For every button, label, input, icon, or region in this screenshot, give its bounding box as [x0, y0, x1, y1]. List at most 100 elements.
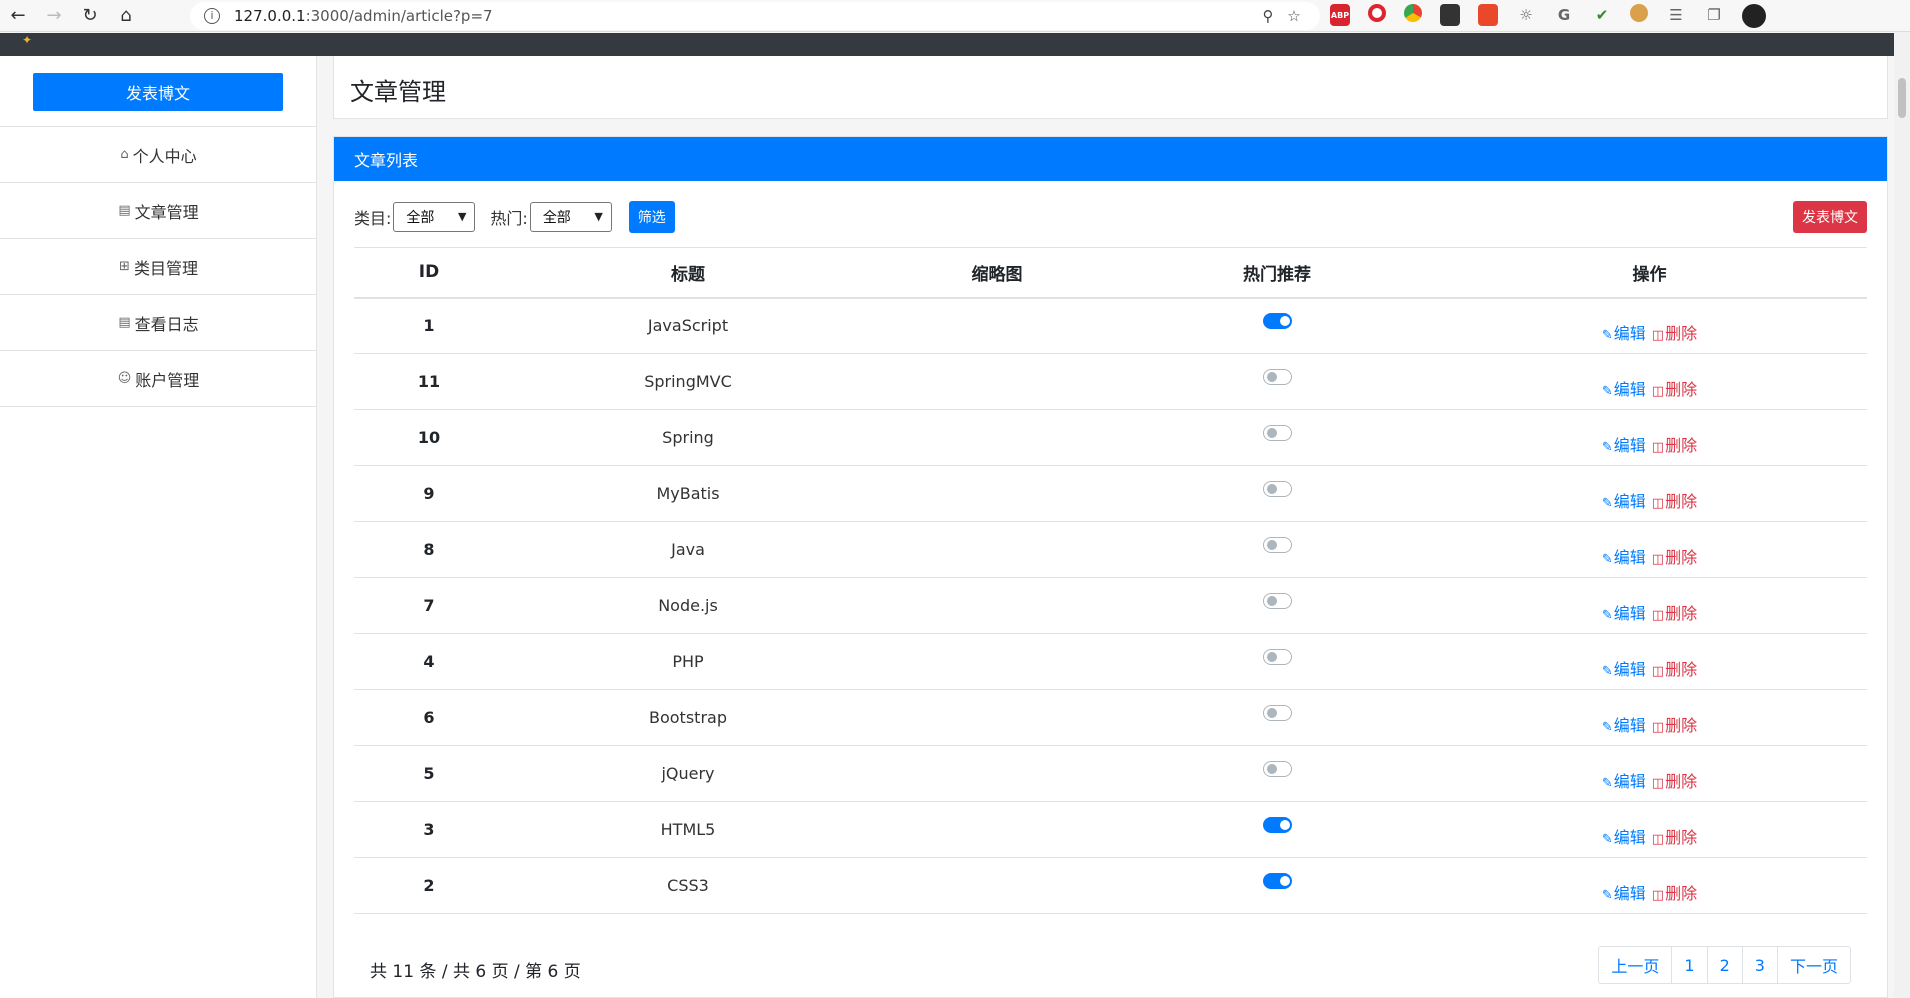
edit-link[interactable]: ✎编辑 — [1602, 880, 1646, 904]
sidebar-item-label: 账户管理 — [135, 370, 200, 390]
hot-toggle[interactable] — [1262, 760, 1292, 777]
hot-toggle[interactable] — [1262, 480, 1292, 497]
page-button-3[interactable]: 3 — [1741, 946, 1778, 984]
delete-link[interactable]: ◫删除 — [1652, 712, 1697, 736]
page-scrollbar[interactable] — [1894, 32, 1910, 998]
edit-link[interactable]: ✎编辑 — [1602, 768, 1646, 792]
edit-label: 编辑 — [1613, 547, 1646, 567]
delete-link[interactable]: ◫删除 — [1652, 376, 1697, 400]
cell-actions: ✎编辑 ◫删除 — [1432, 801, 1867, 858]
page-button-2[interactable]: 2 — [1706, 946, 1743, 984]
site-info-icon[interactable]: i — [204, 8, 220, 24]
bookmark-star-icon[interactable]: ☆ — [1284, 6, 1304, 26]
edit-link[interactable]: ✎编辑 — [1602, 824, 1646, 848]
table-row: 5 jQuery ✎编辑 ◫删除 — [354, 745, 1867, 802]
cell-hot — [1122, 409, 1432, 466]
edit-link[interactable]: ✎编辑 — [1602, 488, 1646, 512]
cell-actions: ✎编辑 ◫删除 — [1432, 577, 1867, 634]
pencil-icon: ✎ — [1601, 887, 1613, 903]
cell-hot — [1122, 801, 1432, 858]
cell-actions: ✎编辑 ◫删除 — [1432, 633, 1867, 690]
grammarly-extension-icon[interactable]: G — [1554, 4, 1574, 26]
hot-toggle[interactable] — [1262, 368, 1292, 385]
translate-extension-icon[interactable]: ☼ — [1516, 4, 1536, 26]
category-select[interactable]: 全部 ▼ — [393, 202, 476, 232]
adblock-extension-icon[interactable]: ABP — [1330, 4, 1350, 26]
delete-link[interactable]: ◫删除 — [1652, 600, 1697, 624]
cell-id: 3 — [354, 801, 504, 858]
home-nav-icon[interactable]: ⌂ — [108, 0, 144, 32]
delete-link[interactable]: ◫删除 — [1652, 432, 1697, 456]
pencil-icon: ✎ — [1601, 607, 1613, 623]
forward-icon[interactable]: → — [36, 0, 72, 32]
edit-link[interactable]: ✎编辑 — [1602, 544, 1646, 568]
cell-hot — [1122, 297, 1432, 354]
trash-icon: ◫ — [1651, 383, 1665, 399]
sidebar-item-profile[interactable]: ⌂ 个人中心 — [0, 127, 317, 183]
new-article-button[interactable]: 发表博文 — [1793, 201, 1867, 233]
toggle-knob — [1266, 427, 1277, 438]
hot-toggle[interactable] — [1262, 592, 1292, 609]
delete-link[interactable]: ◫删除 — [1652, 768, 1697, 792]
edit-link[interactable]: ✎编辑 — [1602, 712, 1646, 736]
pencil-icon: ✎ — [1601, 775, 1613, 791]
key-icon[interactable]: ⚲ — [1258, 6, 1278, 26]
edit-link[interactable]: ✎编辑 — [1602, 656, 1646, 680]
hot-toggle[interactable] — [1262, 872, 1292, 889]
delete-link[interactable]: ◫删除 — [1652, 824, 1697, 848]
cell-id: 4 — [354, 633, 504, 690]
chrome-extension-icon[interactable] — [1404, 4, 1422, 22]
scrollbar-thumb[interactable] — [1898, 78, 1906, 118]
delete-label: 删除 — [1665, 435, 1698, 455]
sidebar-item-account[interactable]: ☺ 账户管理 — [0, 351, 317, 407]
cell-title: Node.js — [504, 577, 872, 634]
opera-extension-icon[interactable] — [1368, 4, 1386, 22]
page-header: 文章管理 — [333, 56, 1888, 119]
sidebar-item-logs[interactable]: ▤ 查看日志 — [0, 295, 317, 351]
pencil-icon: ✎ — [1601, 831, 1613, 847]
hot-toggle[interactable] — [1262, 424, 1292, 441]
hot-toggle[interactable] — [1262, 816, 1292, 833]
profile-avatar[interactable] — [1742, 4, 1766, 28]
delete-link[interactable]: ◫删除 — [1652, 880, 1697, 904]
sidebar-item-articles[interactable]: ▤ 文章管理 — [0, 183, 317, 239]
reading-list-icon[interactable]: ☰ — [1666, 4, 1686, 26]
dark-extension-icon[interactable] — [1440, 4, 1460, 26]
cell-thumbnail — [872, 297, 1122, 354]
filter-button[interactable]: 筛选 — [628, 201, 675, 233]
page-button-1[interactable]: 1 — [1671, 946, 1708, 984]
next-page-button[interactable]: 下一页 — [1776, 946, 1851, 984]
collections-icon[interactable]: ❐ — [1704, 4, 1724, 26]
prev-page-button[interactable]: 上一页 — [1598, 946, 1673, 984]
delete-link[interactable]: ◫删除 — [1652, 656, 1697, 680]
delete-label: 删除 — [1665, 379, 1698, 399]
edit-link[interactable]: ✎编辑 — [1602, 376, 1646, 400]
delete-link[interactable]: ◫删除 — [1652, 544, 1697, 568]
trash-icon: ◫ — [1651, 887, 1665, 903]
reload-icon[interactable]: ↻ — [72, 0, 108, 32]
user-icon: ☺ — [117, 371, 132, 386]
table-row: 1 JavaScript ✎编辑 ◫删除 — [354, 297, 1867, 354]
hot-toggle[interactable] — [1262, 312, 1292, 329]
office-extension-icon[interactable] — [1478, 4, 1498, 26]
delete-link[interactable]: ◫删除 — [1652, 320, 1697, 344]
green-extension-icon[interactable]: ✔ — [1592, 4, 1612, 26]
trash-icon: ◫ — [1651, 327, 1665, 343]
cookie-extension-icon[interactable] — [1630, 4, 1648, 22]
chevron-down-icon: ▼ — [594, 210, 603, 223]
hot-toggle[interactable] — [1262, 536, 1292, 553]
address-bar[interactable]: i 127.0.0.1:3000/admin/article?p=7 ⚲ ☆ — [190, 2, 1320, 30]
sidebar-publish-button[interactable]: 发表博文 — [33, 73, 283, 111]
hot-select[interactable]: 全部 ▼ — [529, 202, 612, 232]
delete-link[interactable]: ◫删除 — [1652, 488, 1697, 512]
edit-link[interactable]: ✎编辑 — [1602, 432, 1646, 456]
hot-toggle[interactable] — [1262, 704, 1292, 721]
edit-link[interactable]: ✎编辑 — [1602, 600, 1646, 624]
hot-toggle[interactable] — [1262, 648, 1292, 665]
edit-link[interactable]: ✎编辑 — [1602, 320, 1646, 344]
pagination: 上一页 1 2 3 下一页 — [1598, 946, 1851, 984]
back-icon[interactable]: ← — [0, 0, 36, 32]
sidebar-item-categories[interactable]: ⊞ 类目管理 — [0, 239, 317, 295]
cell-hot — [1122, 353, 1432, 410]
logo-icon: ✦ — [22, 33, 33, 47]
